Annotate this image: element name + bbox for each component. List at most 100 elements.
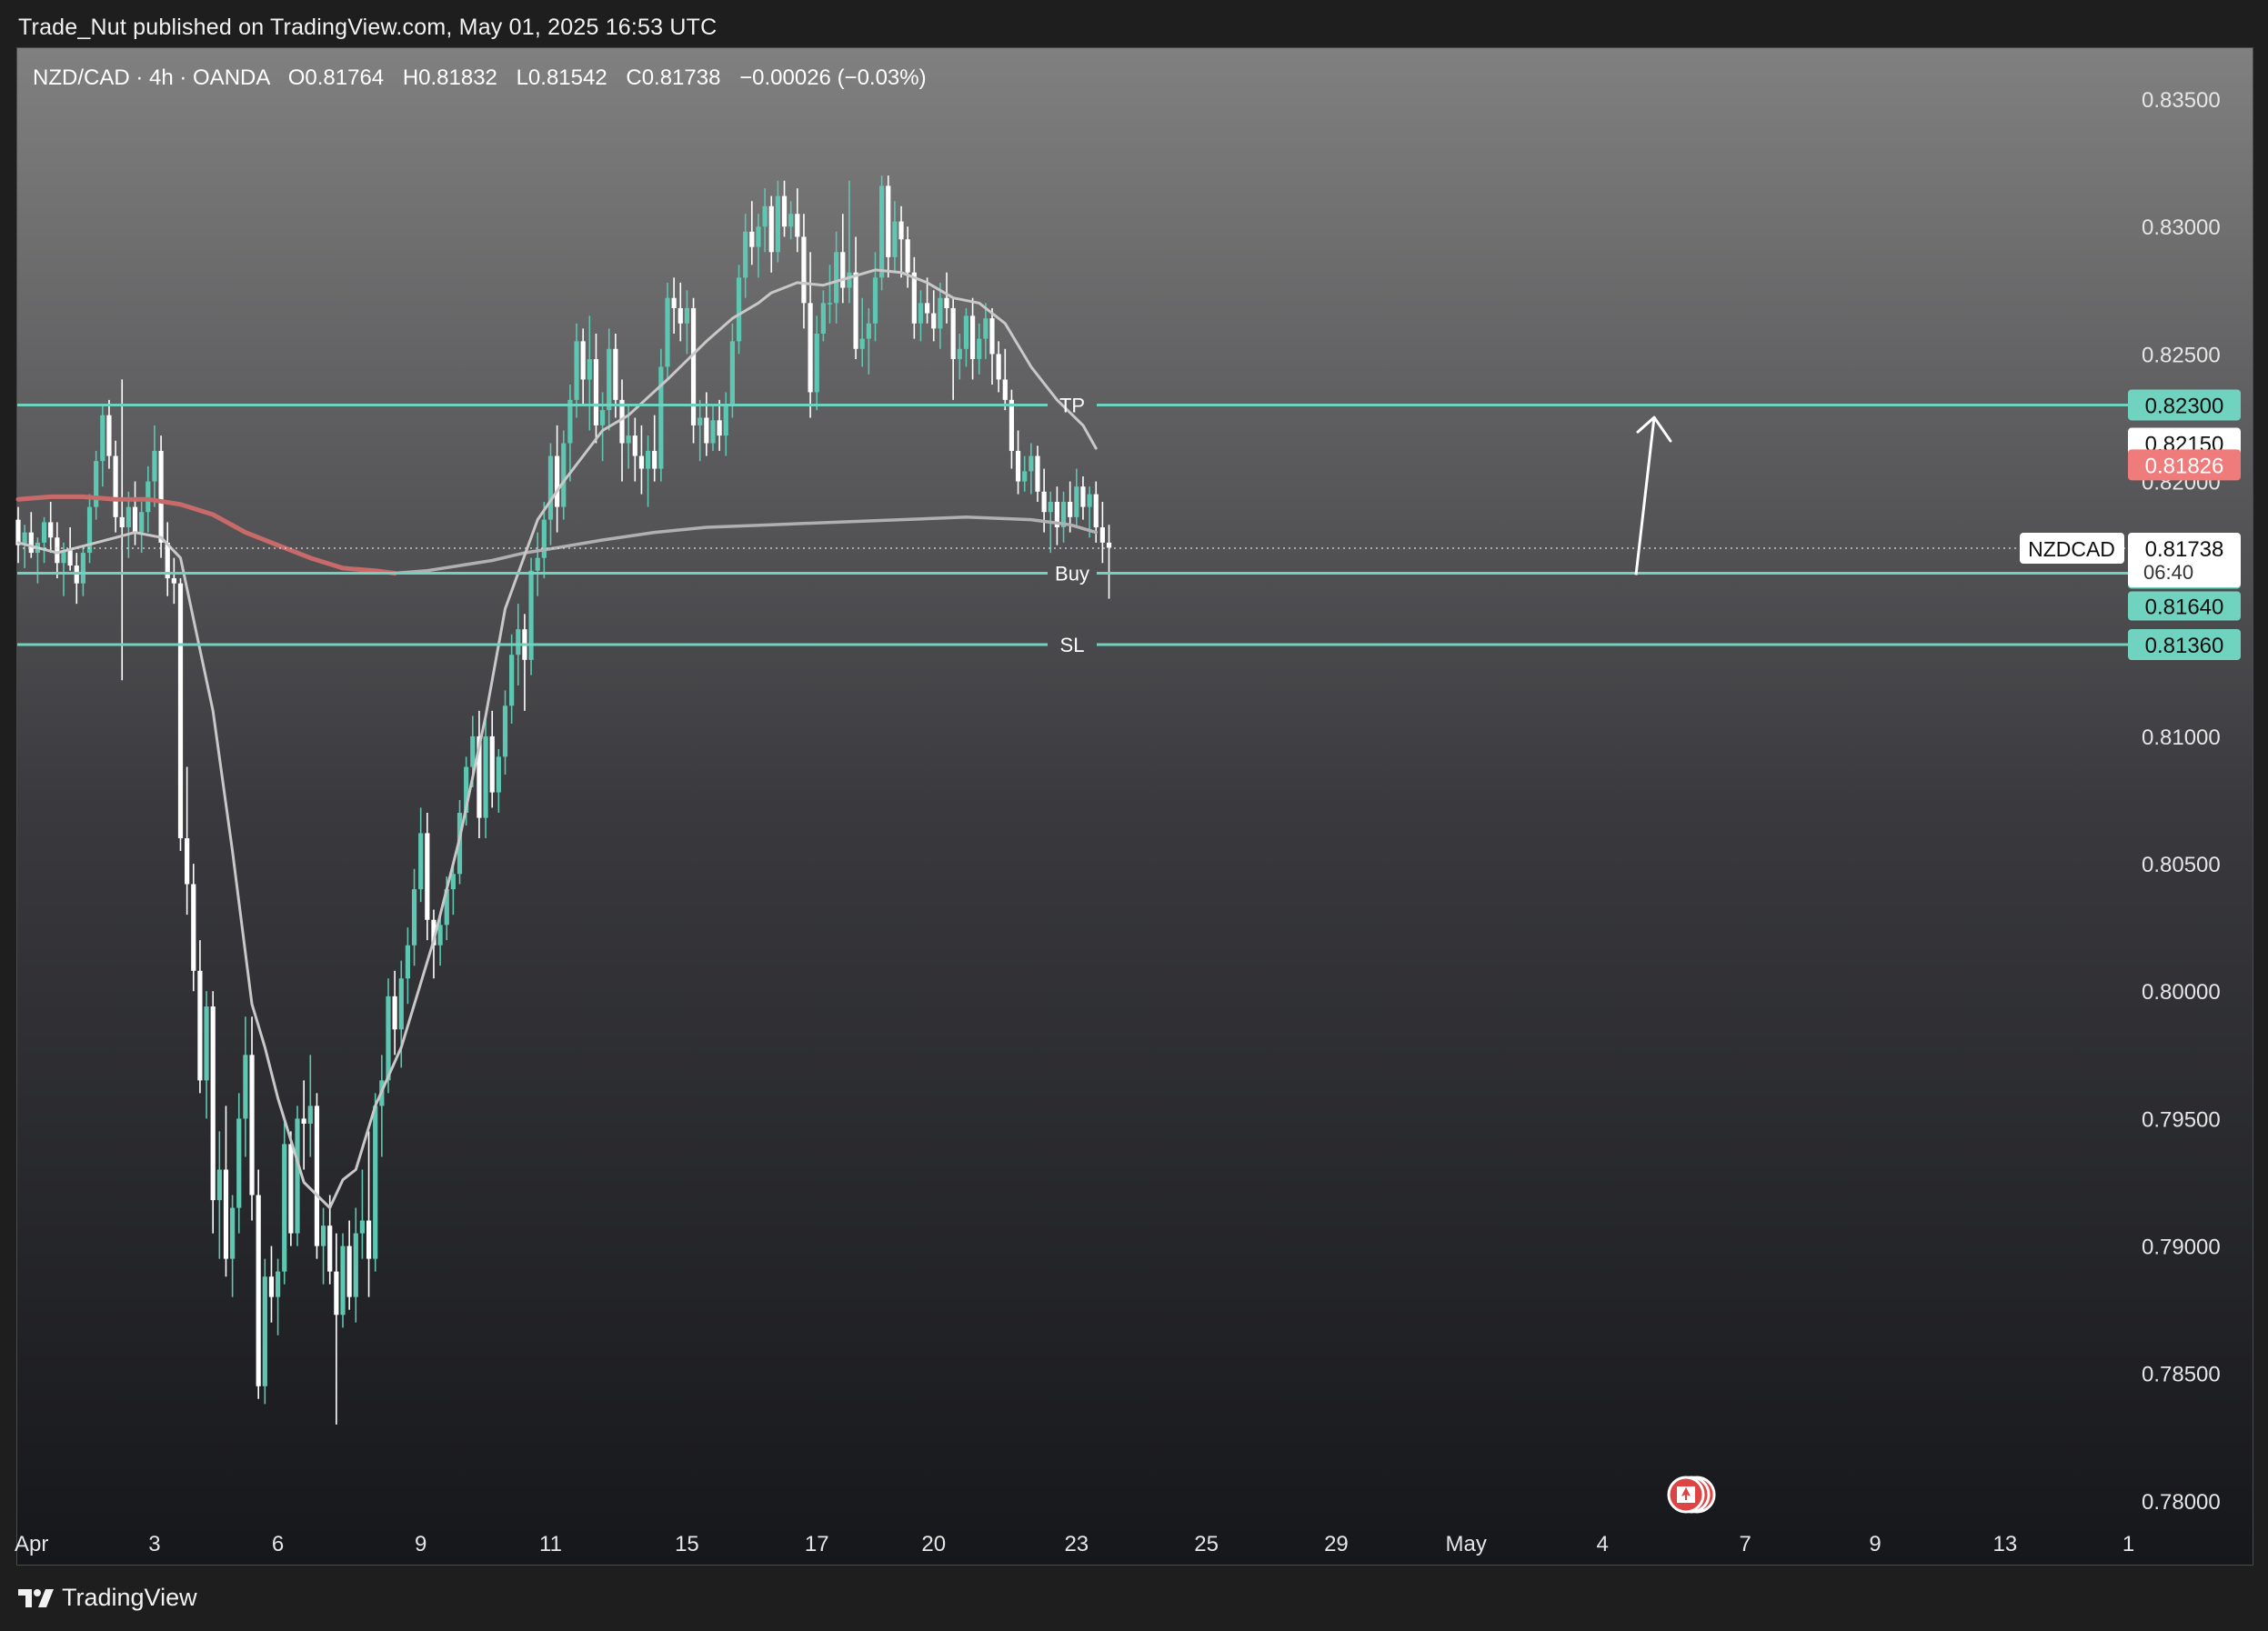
candle-body [814, 333, 819, 393]
canada-flag-icon[interactable] [1667, 1476, 1716, 1514]
candle[interactable] [658, 348, 664, 482]
candle-body [795, 214, 800, 237]
x-tick-label: Apr [15, 1532, 48, 1556]
y-tick-label: 0.79000 [2142, 1236, 2221, 1260]
bar-countdown-text: 06:40 [2143, 561, 2193, 584]
candle-body [977, 338, 982, 360]
candle-body [593, 359, 599, 425]
candle-body [613, 348, 618, 400]
candle-body [450, 874, 456, 890]
candle-body [834, 252, 839, 304]
candle-body [989, 318, 995, 355]
candle-body [288, 1144, 294, 1234]
x-tick-label: 13 [1992, 1532, 2017, 1556]
x-tick-label: 25 [1194, 1532, 1219, 1556]
level-price-tag[interactable]: 0.82300 [2128, 389, 2241, 421]
candle[interactable] [262, 1258, 267, 1405]
legend: NZD/CAD · 4h · OANDA O0.81764 H0.81832 L… [33, 65, 927, 90]
candle-body [496, 756, 501, 793]
candle-body [925, 303, 930, 314]
candle-body [567, 399, 573, 444]
candle-body [600, 410, 606, 425]
candle-body [555, 455, 560, 507]
candle[interactable] [340, 1233, 346, 1328]
candle-body [1087, 494, 1092, 507]
candle-body [535, 557, 540, 571]
candle[interactable] [528, 557, 534, 675]
candle-body [132, 506, 138, 533]
candle-body [470, 735, 476, 767]
candle[interactable] [736, 265, 742, 355]
candle-body [840, 252, 846, 288]
candle[interactable] [373, 1093, 378, 1272]
x-tick-label: 15 [675, 1532, 699, 1556]
legend-low: L0.81542 [517, 65, 607, 90]
tradingview-brand[interactable]: TradingView [18, 1584, 197, 1612]
candle-body [125, 506, 131, 528]
candle-body [684, 307, 690, 324]
candle-body [307, 1106, 313, 1125]
candle-body [658, 366, 664, 469]
candlestick-chart[interactable]: TPBuySL 0.835000.830000.825000.820000.81… [0, 0, 2268, 1631]
candle-body [398, 978, 404, 1030]
level-price-tag[interactable]: 0.81360 [2128, 628, 2241, 660]
candle-body [1099, 527, 1105, 543]
candle[interactable] [177, 578, 184, 852]
y-tick-label: 0.78000 [2142, 1490, 2221, 1515]
candle-body [489, 735, 495, 793]
legend-symbol: NZD/CAD · 4h · OANDA [33, 65, 270, 90]
candle-body [898, 221, 904, 240]
candle[interactable] [256, 1169, 261, 1399]
candle-body [963, 315, 969, 349]
candle-body [886, 185, 891, 257]
x-tick-label: 17 [805, 1532, 829, 1556]
candle-body [425, 833, 430, 920]
candle-body [1029, 455, 1034, 472]
candle-body [866, 323, 871, 339]
candle-body [210, 1006, 216, 1201]
buy-price-text: 0.81640 [2145, 595, 2224, 619]
legend-open: O0.81764 [288, 65, 384, 90]
candle-body [1080, 486, 1086, 507]
candle-body [820, 303, 826, 334]
candle-body [100, 415, 105, 462]
candle-body [346, 1246, 352, 1297]
candle-body [729, 341, 735, 405]
candle-body [950, 307, 956, 360]
x-tick-label: 9 [1869, 1532, 1881, 1556]
candle[interactable] [210, 991, 216, 1234]
candle-body [574, 341, 579, 400]
candle-body [561, 443, 567, 507]
level-price-tag-text: 0.81360 [2145, 634, 2224, 658]
candle[interactable] [561, 430, 567, 520]
candle-body [671, 297, 677, 308]
candle-body [859, 338, 865, 349]
candle-body [204, 1006, 209, 1081]
brand-name: TradingView [62, 1584, 197, 1611]
candle-body [944, 297, 949, 308]
candle-body [256, 1195, 261, 1386]
candle-body [67, 550, 73, 566]
candle-body [781, 195, 788, 227]
candle-body [1009, 399, 1015, 451]
candle-body [918, 303, 924, 324]
candle[interactable] [690, 297, 697, 444]
x-tick-label: 3 [148, 1532, 160, 1556]
candle-body [223, 1169, 229, 1259]
candle-body [1068, 501, 1073, 517]
buy-price-tag[interactable]: 0.81640 [2128, 591, 2241, 621]
level-label: Buy [1055, 562, 1089, 585]
candle[interactable] [295, 1106, 300, 1246]
candle-body [171, 578, 176, 584]
candle[interactable] [314, 1093, 320, 1259]
candle-body [516, 629, 521, 655]
candle-body [872, 277, 878, 324]
candle-body [717, 420, 722, 436]
candle-body [808, 303, 813, 393]
candle[interactable] [879, 175, 885, 291]
legend-close: C0.81738 [626, 65, 720, 90]
x-tick-label: May [1446, 1532, 1487, 1556]
candle-body [541, 519, 547, 558]
prev-close-tag[interactable]: 0.81826 [2128, 449, 2241, 481]
candle-body [652, 450, 657, 469]
